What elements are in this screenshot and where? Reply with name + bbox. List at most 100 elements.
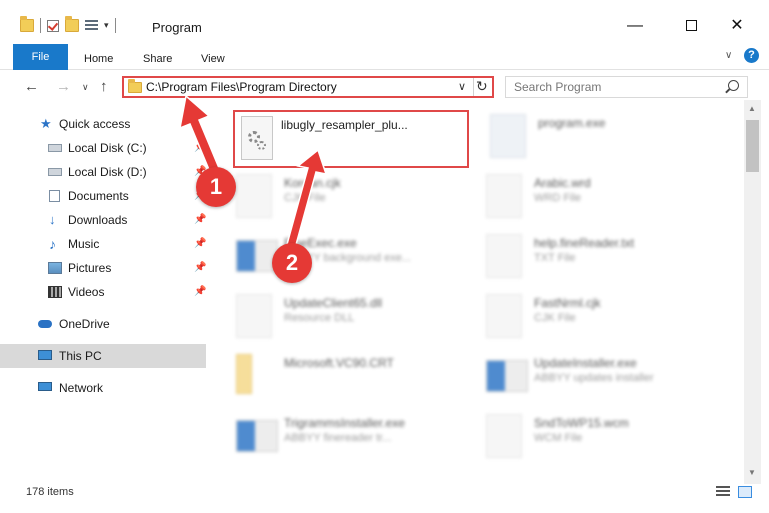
sidebar-item-label: Local Disk (D:) [68,165,147,179]
sidebar-item-quick-access[interactable]: ★ Quick access [0,112,206,136]
expand-ribbon-icon[interactable]: ∨ [725,50,732,61]
sidebar-item-label: Local Disk (C:) [68,141,147,155]
file-item[interactable]: Microsoft.VC90.CRT [228,348,478,408]
file-name: SndToWP15.wcm [534,416,629,430]
address-dropdown-icon[interactable]: ∨ [458,80,466,93]
sidebar-item-documents[interactable]: Documents 📌 [0,184,206,208]
sidebar-item-label: OneDrive [59,317,110,331]
file-item[interactable]: UpdateInstaller.exe ABBYY updates instal… [478,348,728,408]
file-item[interactable]: FastNrml.cjk CJK File [478,288,728,348]
search-icon[interactable] [728,80,739,91]
up-button[interactable]: ↑ [100,78,108,95]
sidebar-item-videos[interactable]: Videos 📌 [0,280,206,304]
tab-view[interactable]: View [201,48,225,70]
tab-share[interactable]: Share [143,48,172,70]
file-item[interactable]: Arabic.wrd WRD File [478,168,728,228]
item-count: 178 items [26,486,74,498]
details-view-icon[interactable] [716,486,730,498]
file-item[interactable]: help.fineReader.txt TXT File [478,228,728,288]
sidebar-item-local-disk-d[interactable]: Local Disk (D:) 📌 [0,160,206,184]
file-icon [236,174,272,218]
computer-icon [38,350,52,360]
file-name: Korean.cjk [284,176,341,190]
maximize-icon [685,20,697,32]
tab-file[interactable]: File [13,44,68,70]
sidebar-item-label: Music [68,237,100,251]
properties-icon[interactable] [85,20,98,31]
vertical-scrollbar[interactable]: ▲ ▼ [744,100,761,484]
search-box[interactable] [505,76,748,98]
music-icon: ♪ [49,236,56,252]
file-list[interactable]: libugly_resampler_plu... program.exe Kor… [214,100,744,484]
sidebar-item-downloads[interactable]: ↓ Downloads 📌 [0,208,206,232]
address-bar[interactable]: C:\Program Files\Program Directory ∨ ↻ [122,76,494,98]
file-name: UpdateInstaller.exe [534,356,637,370]
file-item[interactable]: Korean.cjk CJK File [228,168,478,228]
sidebar-item-label: Pictures [68,261,112,275]
file-item[interactable]: SndToWP15.wcm WCM File [478,408,728,468]
download-icon: ↓ [49,212,56,227]
file-item[interactable]: FineExec.exe ABBYY background exe... [228,228,478,288]
dll-file-icon [236,294,272,338]
application-icon [236,420,278,452]
file-icon [486,414,522,458]
sidebar-item-onedrive[interactable]: OneDrive [0,312,206,336]
recent-locations-button[interactable]: ∨ [82,82,89,93]
highlighted-file[interactable]: libugly_resampler_plu... [233,110,469,168]
step-1-badge: 1 [196,167,236,207]
folder-icon [236,354,252,394]
scroll-thumb[interactable] [746,120,759,172]
file-type: CJK File [534,312,576,324]
file-name: TrigrammsInstaller.exe [284,416,405,430]
new-folder-icon[interactable] [65,16,79,32]
sidebar-item-network[interactable]: Network [0,376,206,400]
pin-icon[interactable]: 📌 [194,232,206,256]
pin-icon[interactable]: 📌 [194,208,206,232]
gear-icon [257,141,266,150]
scroll-down-icon[interactable]: ▼ [748,468,756,477]
file-item[interactable]: TrigrammsInstaller.exe ABBYY finereader … [228,408,478,468]
pin-icon[interactable]: 📌 [194,280,206,304]
sidebar-item-music[interactable]: ♪ Music 📌 [0,232,206,256]
window-title: Program [152,20,202,35]
toolbar-separator [114,18,116,33]
dll-file-icon [241,116,273,160]
file-type: WCM File [534,432,583,444]
pin-icon[interactable]: 📌 [194,136,206,160]
tab-home[interactable]: Home [84,48,113,70]
file-icon [486,294,522,338]
file-name: libugly_resampler_plu... [281,118,408,132]
file-item[interactable]: program.exe [482,108,732,168]
file-name: UpdateClient65.dll [284,296,383,310]
file-item[interactable]: UpdateClient65.dll Resource DLL [228,288,478,348]
status-bar: 178 items [0,484,769,513]
maximize-button[interactable] [668,12,714,40]
scroll-up-icon[interactable]: ▲ [748,104,756,113]
address-path[interactable]: C:\Program Files\Program Directory [146,80,337,94]
file-name: help.fineReader.txt [534,236,635,250]
back-button[interactable]: ← [24,78,39,95]
close-button[interactable]: ✕ [714,12,760,40]
drive-icon [48,168,62,176]
minimize-button[interactable]: — [612,12,658,40]
sidebar-item-this-pc[interactable]: This PC [0,344,206,368]
search-input[interactable] [514,79,714,95]
ribbon-tabs: File Home Share View ∨ ? [0,44,769,70]
cloud-icon [38,320,52,328]
sidebar-item-label: Videos [68,285,105,299]
folder-icon [128,79,142,93]
sidebar-item-pictures[interactable]: Pictures 📌 [0,256,206,280]
tiles-view-icon[interactable] [738,486,752,498]
properties-check-icon[interactable] [47,19,59,32]
network-icon [38,382,52,391]
title-bar: ▾ Program — ✕ [0,0,769,40]
qat-dropdown-icon[interactable]: ▾ [104,20,109,31]
refresh-button[interactable]: ↻ [476,78,488,95]
sidebar-item-label: Quick access [59,117,131,131]
sidebar-item-local-disk-c[interactable]: Local Disk (C:) 📌 [0,136,206,160]
file-name: program.exe [538,116,606,130]
exe-file-icon [490,114,526,158]
forward-button[interactable]: → [56,78,71,95]
help-icon[interactable]: ? [744,48,759,63]
pin-icon[interactable]: 📌 [194,256,206,280]
